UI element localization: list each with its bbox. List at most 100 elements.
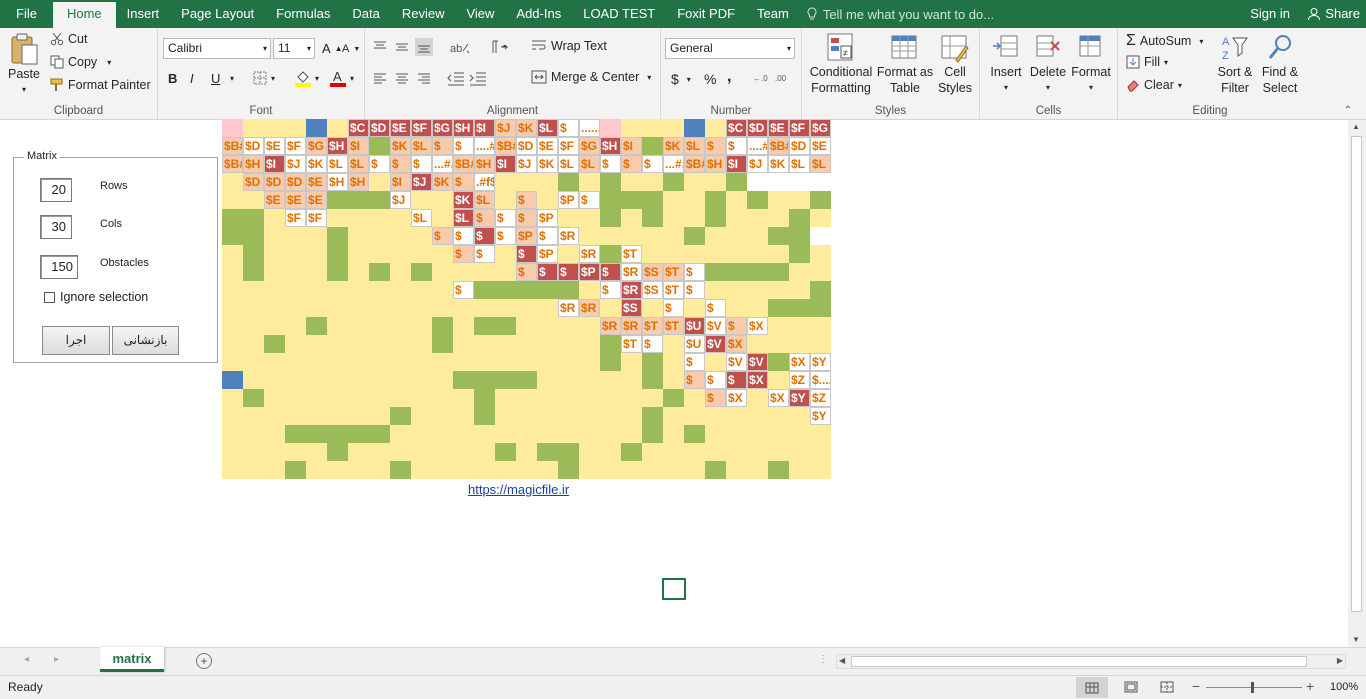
tab-file[interactable]: File bbox=[0, 0, 53, 28]
cols-input[interactable]: 30 bbox=[40, 215, 72, 239]
empty-cell[interactable] bbox=[369, 317, 390, 335]
empty-cell[interactable] bbox=[516, 173, 537, 191]
empty-cell[interactable] bbox=[411, 371, 432, 389]
obstacle-cell[interactable] bbox=[243, 209, 264, 227]
obstacle-cell[interactable] bbox=[600, 353, 621, 371]
empty-cell[interactable] bbox=[453, 389, 474, 407]
empty-cell[interactable] bbox=[432, 281, 453, 299]
empty-cell[interactable] bbox=[789, 263, 810, 281]
empty-cell[interactable] bbox=[558, 245, 579, 263]
empty-cell[interactable] bbox=[579, 389, 600, 407]
empty-cell[interactable] bbox=[243, 317, 264, 335]
empty-cell[interactable] bbox=[621, 425, 642, 443]
visited-cell[interactable]: $G bbox=[306, 137, 327, 155]
obstacle-cell[interactable] bbox=[516, 371, 537, 389]
obstacle-cell[interactable] bbox=[327, 425, 348, 443]
empty-cell[interactable] bbox=[537, 389, 558, 407]
fill-color-button[interactable]: ▾ bbox=[295, 69, 319, 87]
empty-cell[interactable] bbox=[369, 173, 390, 191]
path-cell[interactable]: $ bbox=[474, 227, 495, 245]
comma-button[interactable]: , bbox=[727, 68, 731, 86]
empty-cell[interactable] bbox=[705, 281, 726, 299]
empty-cell[interactable] bbox=[747, 209, 768, 227]
empty-cell[interactable] bbox=[453, 461, 474, 479]
empty-cell[interactable] bbox=[474, 335, 495, 353]
wrap-text-button[interactable]: Wrap Text bbox=[531, 39, 607, 53]
empty-cell[interactable] bbox=[663, 227, 684, 245]
empty-cell[interactable] bbox=[516, 335, 537, 353]
frontier-cell[interactable]: $ bbox=[453, 281, 474, 299]
page-layout-view-icon[interactable] bbox=[1124, 681, 1138, 693]
frontier-cell[interactable]: $J bbox=[390, 191, 411, 209]
empty-cell[interactable] bbox=[243, 119, 264, 137]
frontier-cell[interactable]: $R bbox=[558, 299, 579, 317]
empty-cell[interactable] bbox=[285, 389, 306, 407]
empty-cell[interactable] bbox=[600, 407, 621, 425]
empty-cell[interactable] bbox=[768, 335, 789, 353]
empty-cell[interactable] bbox=[684, 407, 705, 425]
empty-cell[interactable] bbox=[747, 281, 768, 299]
obstacle-cell[interactable] bbox=[705, 191, 726, 209]
empty-cell[interactable] bbox=[432, 407, 453, 425]
empty-cell[interactable] bbox=[621, 407, 642, 425]
empty-cell[interactable] bbox=[285, 317, 306, 335]
frontier-cell[interactable]: $J bbox=[516, 155, 537, 173]
visited-cell[interactable]: $ bbox=[726, 317, 747, 335]
obstacle-cell[interactable] bbox=[768, 299, 789, 317]
share-button[interactable]: Share bbox=[1307, 0, 1360, 28]
empty-cell[interactable] bbox=[264, 461, 285, 479]
visited-cell[interactable]: $K bbox=[663, 137, 684, 155]
frontier-cell[interactable]: $F bbox=[558, 137, 579, 155]
path-cell[interactable]: $Y bbox=[789, 389, 810, 407]
empty-cell[interactable] bbox=[369, 353, 390, 371]
empty-cell[interactable] bbox=[327, 407, 348, 425]
obstacle-cell[interactable] bbox=[264, 335, 285, 353]
empty-cell[interactable] bbox=[369, 299, 390, 317]
obstacle-cell[interactable] bbox=[495, 443, 516, 461]
path-cell[interactable]: $E bbox=[768, 119, 789, 137]
borders-button[interactable]: ▾ bbox=[253, 71, 275, 85]
empty-cell[interactable] bbox=[327, 371, 348, 389]
path-cell[interactable]: $E bbox=[390, 119, 411, 137]
empty-cell[interactable] bbox=[243, 371, 264, 389]
zoom-slider[interactable] bbox=[1206, 682, 1302, 693]
empty-cell[interactable] bbox=[348, 209, 369, 227]
reset-button[interactable]: بازنشانی bbox=[112, 326, 179, 355]
obstacle-cell[interactable] bbox=[474, 407, 495, 425]
empty-cell[interactable] bbox=[810, 263, 831, 281]
empty-cell[interactable] bbox=[495, 191, 516, 209]
empty-cell[interactable] bbox=[222, 191, 243, 209]
empty-cell[interactable] bbox=[264, 353, 285, 371]
obstacle-cell[interactable] bbox=[600, 209, 621, 227]
path-cell[interactable]: $G bbox=[432, 119, 453, 137]
font-size-select[interactable]: 11 ▾ bbox=[273, 38, 315, 59]
path-cell[interactable]: $I bbox=[726, 155, 747, 173]
empty-cell[interactable] bbox=[432, 299, 453, 317]
obstacle-cell[interactable] bbox=[663, 173, 684, 191]
path-cell[interactable]: $F bbox=[411, 119, 432, 137]
visited-cell[interactable]: $ bbox=[432, 137, 453, 155]
start-cell[interactable] bbox=[222, 119, 243, 137]
visited-cell[interactable]: $ bbox=[705, 389, 726, 407]
empty-cell[interactable] bbox=[222, 389, 243, 407]
empty-cell[interactable] bbox=[705, 119, 726, 137]
empty-cell[interactable] bbox=[663, 425, 684, 443]
normal-view-icon[interactable] bbox=[1076, 677, 1108, 698]
empty-cell[interactable] bbox=[369, 407, 390, 425]
obstacle-cell[interactable] bbox=[432, 317, 453, 335]
frontier-cell[interactable]: $ bbox=[726, 137, 747, 155]
path-cell[interactable]: $G bbox=[810, 119, 831, 137]
bold-button[interactable]: B bbox=[168, 71, 177, 86]
frontier-cell[interactable]: $T bbox=[621, 245, 642, 263]
align-center-icon[interactable] bbox=[395, 72, 409, 86]
format-cells-button[interactable]: Format ▾ bbox=[1070, 32, 1112, 96]
empty-cell[interactable] bbox=[789, 281, 810, 299]
empty-cell[interactable] bbox=[243, 443, 264, 461]
visited-cell[interactable]: $E bbox=[306, 191, 327, 209]
empty-cell[interactable] bbox=[390, 263, 411, 281]
path-cell[interactable]: $ bbox=[558, 263, 579, 281]
empty-cell[interactable] bbox=[369, 371, 390, 389]
path-cell[interactable]: $X bbox=[747, 371, 768, 389]
frontier-cell[interactable]: $K bbox=[768, 155, 789, 173]
empty-cell[interactable] bbox=[243, 353, 264, 371]
